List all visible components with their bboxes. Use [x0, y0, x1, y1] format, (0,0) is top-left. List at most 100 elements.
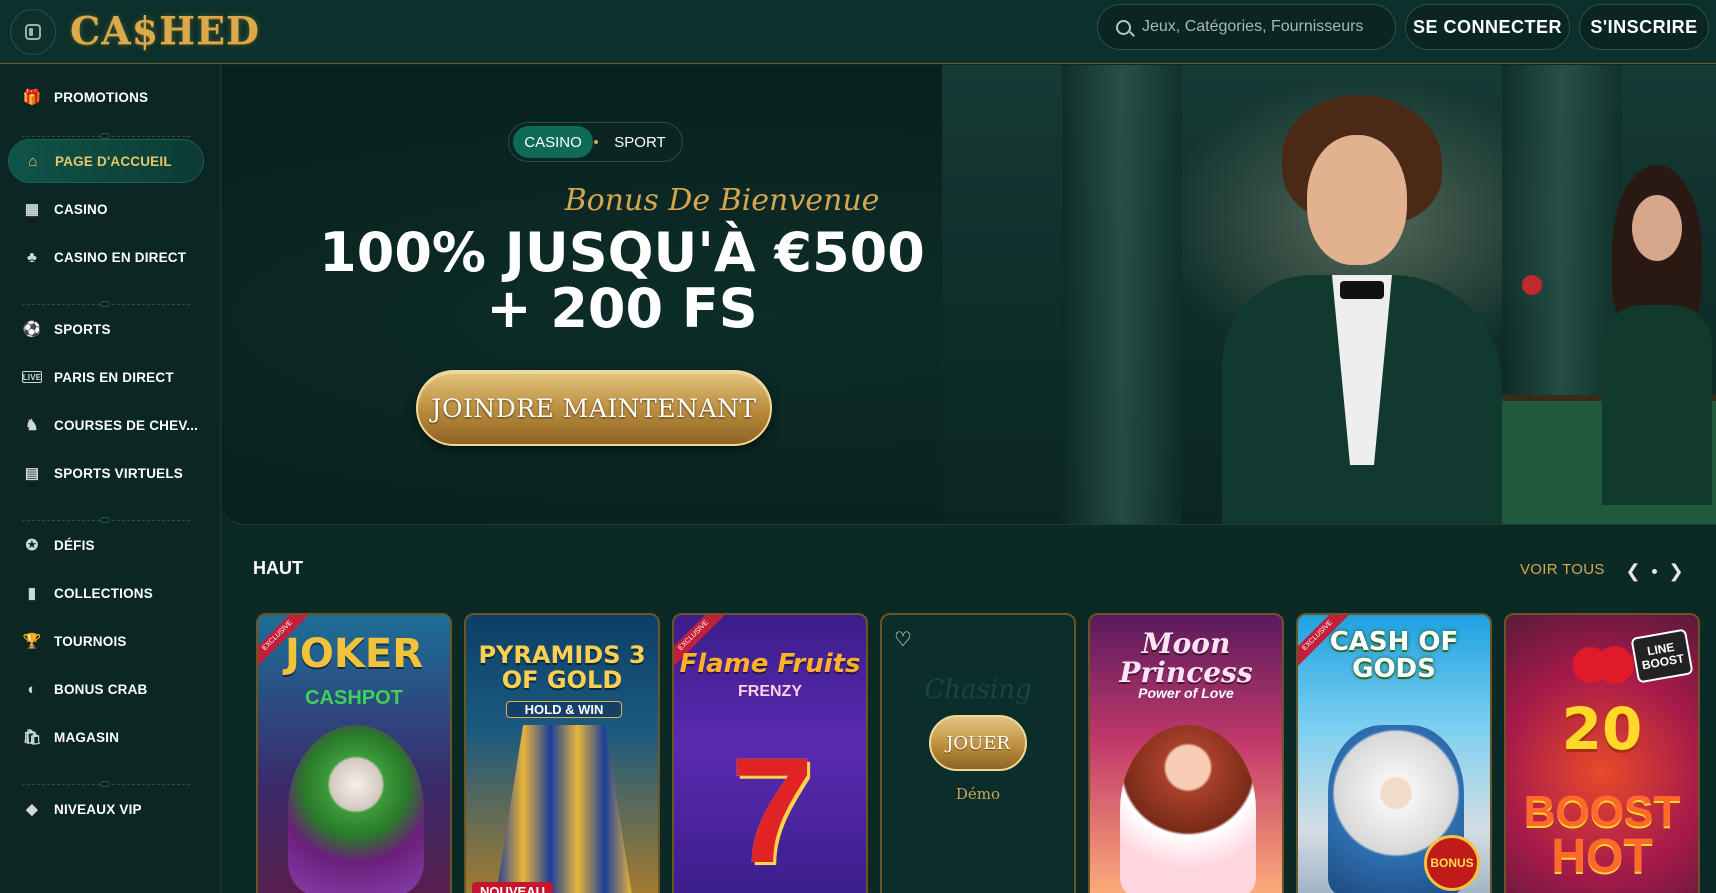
search-input[interactable]: Jeux, Catégories, Fournisseurs: [1097, 4, 1396, 50]
sidebar-item-casino[interactable]: ▦ CASINO: [8, 187, 204, 231]
login-button[interactable]: SE CONNECTER: [1405, 4, 1570, 50]
sidebar-item-tournaments[interactable]: 🏆 TOURNOIS: [8, 619, 204, 663]
sidebar-toggle-icon: [25, 24, 41, 40]
hero-subtitle: Bonus De Bienvenue: [564, 183, 880, 218]
sidebar-item-label: MAGASIN: [54, 729, 120, 745]
sidebar-item-challenges[interactable]: ✪ DÉFIS: [8, 523, 204, 567]
sidebar-item-sports[interactable]: ⚽ SPORTS: [8, 307, 204, 351]
sidebar-item-label: CASINO EN DIRECT: [54, 249, 187, 265]
favorite-heart-icon[interactable]: ♡: [894, 627, 918, 651]
gentleman-illustration: [1202, 85, 1542, 524]
game-card[interactable]: EXCLUSIVE JOKER CASHPOT: [256, 613, 452, 893]
brand-logo[interactable]: CA$HED: [70, 4, 260, 58]
game-card[interactable]: EXCLUSIVE Flame Fruits FRENZY 7: [672, 613, 868, 893]
pager-dot: [1652, 569, 1657, 574]
game-card[interactable]: EXCLUSIVE CASH OF GODS BONUS: [1296, 613, 1492, 893]
gift-icon: 🎁: [22, 89, 42, 106]
sidebar-item-vip-levels[interactable]: ◆ NIVEAUX VIP: [8, 787, 204, 831]
sidebar-item-virtual-sports[interactable]: ▤ SPORTS VIRTUELS: [8, 451, 204, 495]
crab-icon: ◐: [27, 680, 37, 698]
game-title: JOKER: [284, 631, 423, 677]
sidebar-item-promotions[interactable]: 🎁 PROMOTIONS: [8, 75, 204, 119]
sidebar-item-label: BONUS CRAB: [54, 681, 148, 697]
soccer-ball-icon: ⚽: [22, 321, 42, 338]
sidebar-item-home[interactable]: ⌂ PAGE D'ACCUEIL: [8, 139, 204, 183]
trophy-icon: 🏆: [22, 633, 42, 650]
hero-illustration: [942, 65, 1716, 524]
game-subtitle: FRENZY: [738, 683, 802, 700]
new-badge: NOUVEAU: [472, 882, 554, 893]
tab-sport[interactable]: SPORT: [601, 126, 679, 158]
virtual-sports-icon: ▤: [24, 465, 40, 482]
hero-title-line2: + 200 FS: [486, 277, 758, 340]
sidebar-toggle-button[interactable]: [10, 9, 56, 55]
hero-tab-switch: CASINO SPORT: [508, 122, 683, 162]
sidebar-item-label: COURSES DE CHEV...: [54, 417, 199, 433]
tab-casino[interactable]: CASINO: [513, 126, 593, 158]
game-subtitle: HOLD & WIN: [506, 701, 622, 718]
section-title: HAUT: [253, 558, 303, 578]
sidebar-item-label: NIVEAUX VIP: [54, 801, 142, 817]
home-icon: ⌂: [28, 152, 38, 170]
search-placeholder: Jeux, Catégories, Fournisseurs: [1142, 18, 1364, 35]
sidebar-item-live-casino[interactable]: ♣ CASINO EN DIRECT: [8, 235, 204, 279]
diamond-icon: ◆: [26, 801, 38, 818]
curtain-decoration: [1062, 65, 1182, 524]
sidebar: 🎁 PROMOTIONS ⌂ PAGE D'ACCUEIL ▦ CASINO ♣…: [0, 65, 221, 893]
sidebar-item-label: COLLECTIONS: [54, 585, 153, 601]
join-now-button[interactable]: JOINDRE MAINTENANT: [416, 370, 772, 446]
game-title: Moon Princess: [1119, 627, 1253, 690]
collections-icon: ▮: [27, 585, 37, 602]
bonus-badge: BONUS: [1424, 835, 1480, 891]
game-title: Flame Fruits: [679, 649, 861, 679]
tab-separator-dot: [594, 140, 598, 144]
top-header: CA$HED Jeux, Catégories, Fournisseurs SE…: [0, 0, 1716, 64]
sidebar-item-label: SPORTS: [54, 321, 111, 337]
sidebar-item-label: PARIS EN DIRECT: [54, 369, 174, 385]
sidebar-divider: [22, 301, 190, 307]
view-all-link[interactable]: VOIR TOUS: [1520, 561, 1605, 578]
hero-title-line1: 100% JUSQU'À €500: [319, 221, 925, 284]
game-card[interactable]: Moon Princess Power of Love: [1088, 613, 1284, 893]
sidebar-divider: [22, 781, 190, 787]
game-card-hover[interactable]: ♡ Chasing JOUER Démo: [880, 613, 1076, 893]
arrow-right-icon[interactable]: ❯: [1665, 560, 1687, 582]
sidebar-item-label: CASINO: [54, 201, 108, 217]
sidebar-item-label: SPORTS VIRTUELS: [54, 465, 184, 481]
shop-bag-icon: 🛍: [22, 729, 42, 746]
demo-link[interactable]: Démo: [882, 785, 1074, 803]
game-title: PYRAMIDS 3 OF GOLD: [478, 641, 646, 695]
seven-artwork: 7: [730, 726, 814, 893]
sidebar-item-label: TOURNOIS: [54, 633, 127, 649]
sidebar-divider: [22, 517, 190, 523]
signup-button[interactable]: S'INSCRIRE: [1579, 4, 1709, 50]
challenge-icon: ✪: [25, 537, 39, 554]
sidebar-item-shop[interactable]: 🛍 MAGASIN: [8, 715, 204, 759]
sidebar-item-collections[interactable]: ▮ COLLECTIONS: [8, 571, 204, 615]
horse-icon: ♞: [25, 417, 39, 434]
pharaoh-artwork: [496, 725, 632, 893]
game-card[interactable]: PYRAMIDS 3 OF GOLD HOLD & WIN NOUVEAU: [464, 613, 660, 893]
sidebar-item-label: PAGE D'ACCUEIL: [55, 153, 172, 169]
sidebar-item-live-betting[interactable]: LIVE PARIS EN DIRECT: [8, 355, 204, 399]
joker-artwork: [288, 725, 424, 893]
game-title: CASH OF GODS: [1329, 627, 1459, 685]
game-subtitle: Power of Love: [1138, 685, 1234, 701]
search-icon: [1116, 20, 1131, 35]
game-card[interactable]: LINE BOOST 20 BOOST HOT: [1504, 613, 1700, 893]
sidebar-item-label: DÉFIS: [54, 537, 95, 553]
sidebar-item-horse-racing[interactable]: ♞ COURSES DE CHEV...: [8, 403, 204, 447]
game-background-logo: Chasing: [924, 675, 1032, 705]
play-button[interactable]: JOUER: [929, 715, 1027, 771]
sidebar-item-bonus-crab[interactable]: ◐ BONUS CRAB: [8, 667, 204, 711]
arrow-left-icon[interactable]: ❮: [1622, 560, 1644, 582]
woman-illustration: [1602, 165, 1712, 505]
game-subtitle-2: HOT: [1551, 830, 1653, 883]
hero-banner[interactable]: CASINO SPORT Bonus De Bienvenue 100% JUS…: [222, 65, 1716, 525]
live-cards-icon: ♣: [26, 248, 38, 266]
cherry-icon: [1566, 629, 1636, 689]
line-boost-badge: LINE BOOST: [1630, 628, 1694, 684]
live-badge-icon: LIVE: [22, 371, 42, 383]
slot-icon: ▦: [24, 201, 40, 218]
sidebar-item-label: PROMOTIONS: [54, 89, 149, 105]
